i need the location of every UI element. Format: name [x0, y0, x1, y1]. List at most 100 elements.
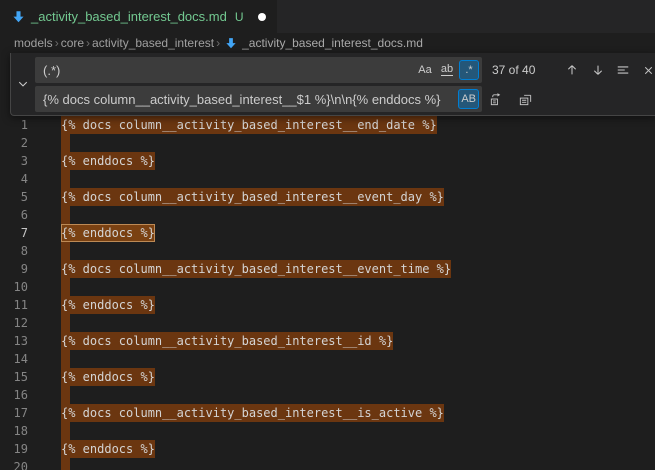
preserve-case-toggle[interactable]: AB	[458, 89, 479, 109]
replace-all-button[interactable]	[514, 88, 536, 110]
line-content[interactable]	[61, 206, 70, 224]
code-line[interactable]: 9 {% docs column__activity_based_interest…	[0, 260, 655, 278]
code-line[interactable]: 5 {% docs column__activity_based_interest…	[0, 188, 655, 206]
code-line[interactable]: 11 {% enddocs %}	[0, 296, 655, 314]
code-line[interactable]: 19 {% enddocs %}	[0, 440, 655, 458]
line-content[interactable]: {% enddocs %}	[61, 368, 155, 386]
breadcrumb-item[interactable]: models	[14, 36, 53, 50]
line-content[interactable]: {% enddocs %}	[61, 440, 155, 458]
code-lines: 1 {% docs column__activity_based_interest…	[0, 116, 655, 470]
line-content[interactable]: {% docs column__activity_based_interest_…	[61, 404, 444, 422]
empty-match-highlight	[61, 386, 70, 404]
breadcrumb-item[interactable]: core	[61, 36, 84, 50]
line-number[interactable]: 15	[0, 368, 28, 386]
line-number[interactable]: 12	[0, 314, 28, 332]
code-line[interactable]: 2	[0, 134, 655, 152]
replace-input[interactable]: {% docs column__activity_based_interest_…	[35, 86, 482, 112]
line-number[interactable]: 8	[0, 242, 28, 260]
breadcrumb-separator: ›	[214, 36, 222, 50]
match-highlight: {% docs column__activity_based_interest_…	[61, 332, 393, 350]
line-number[interactable]: 9	[0, 260, 28, 278]
line-number[interactable]: 4	[0, 170, 28, 188]
empty-match-highlight	[61, 206, 70, 224]
breadcrumb-item[interactable]: activity_based_interest	[92, 36, 214, 50]
code-line[interactable]: 18	[0, 422, 655, 440]
code-line[interactable]: 13 {% docs column__activity_based_interes…	[0, 332, 655, 350]
find-in-selection-button[interactable]	[612, 59, 634, 81]
line-content[interactable]: {% docs column__activity_based_interest_…	[61, 332, 393, 350]
match-highlight: {% enddocs %}	[61, 368, 155, 386]
line-number[interactable]: 17	[0, 404, 28, 422]
regex-toggle[interactable]: .*	[459, 60, 479, 80]
close-icon	[642, 64, 655, 77]
empty-match-highlight	[61, 170, 70, 188]
code-line[interactable]: 17 {% docs column__activity_based_interes…	[0, 404, 655, 422]
line-number[interactable]: 3	[0, 152, 28, 170]
tab-active[interactable]: _activity_based_interest_docs.md U	[0, 0, 277, 33]
replace-input-value: {% docs column__activity_based_interest_…	[43, 92, 440, 107]
code-line[interactable]: 4	[0, 170, 655, 188]
modified-dot-icon[interactable]	[258, 13, 266, 21]
line-number[interactable]: 20	[0, 458, 28, 470]
line-number[interactable]: 1	[0, 116, 28, 134]
code-line[interactable]: 10	[0, 278, 655, 296]
line-content[interactable]	[61, 386, 70, 404]
line-number[interactable]: 10	[0, 278, 28, 296]
line-number[interactable]: 14	[0, 350, 28, 368]
line-number[interactable]: 19	[0, 440, 28, 458]
line-content[interactable]	[61, 422, 70, 440]
find-in-selection-icon	[616, 63, 630, 77]
replace-button[interactable]	[485, 88, 507, 110]
code-line[interactable]: 16	[0, 386, 655, 404]
code-line[interactable]: 7 {% enddocs %}	[0, 224, 655, 242]
code-line[interactable]: 20	[0, 458, 655, 470]
line-number[interactable]: 5	[0, 188, 28, 206]
line-content[interactable]: {% docs column__activity_based_interest_…	[61, 260, 451, 278]
next-match-button[interactable]	[587, 59, 609, 81]
line-content[interactable]: {% docs column__activity_based_interest_…	[61, 188, 444, 206]
line-content[interactable]	[61, 278, 70, 296]
line-number[interactable]: 6	[0, 206, 28, 224]
find-replace-widget: (.*) Aa ab .* 37 of 40	[10, 53, 655, 116]
line-content[interactable]	[61, 314, 70, 332]
markdown-file-icon	[225, 37, 237, 49]
current-match-highlight: {% enddocs %}	[61, 224, 155, 242]
code-line[interactable]: 15 {% enddocs %}	[0, 368, 655, 386]
line-content[interactable]	[61, 458, 70, 470]
toggle-replace-button[interactable]	[11, 53, 35, 115]
line-content[interactable]: {% enddocs %}	[61, 152, 155, 170]
code-line[interactable]: 1 {% docs column__activity_based_interest…	[0, 116, 655, 134]
line-content[interactable]: {% enddocs %}	[61, 296, 155, 314]
match-case-toggle[interactable]: Aa	[415, 60, 435, 80]
code-line[interactable]: 14	[0, 350, 655, 368]
empty-match-highlight	[61, 458, 70, 470]
empty-match-highlight	[61, 278, 70, 296]
line-content[interactable]	[61, 350, 70, 368]
empty-match-highlight	[61, 314, 70, 332]
line-number[interactable]: 11	[0, 296, 28, 314]
replace-icon	[489, 92, 504, 107]
line-content[interactable]: {% docs column__activity_based_interest_…	[61, 116, 437, 134]
match-highlight: {% enddocs %}	[61, 440, 155, 458]
line-content[interactable]	[61, 242, 70, 260]
breadcrumb-file[interactable]: _activity_based_interest_docs.md	[225, 36, 423, 50]
chevron-down-icon	[17, 78, 29, 90]
line-content[interactable]	[61, 134, 70, 152]
line-content[interactable]	[61, 170, 70, 188]
code-line[interactable]: 3 {% enddocs %}	[0, 152, 655, 170]
code-line[interactable]: 8	[0, 242, 655, 260]
line-number[interactable]: 16	[0, 386, 28, 404]
find-input[interactable]: (.*) Aa ab .*	[35, 57, 482, 83]
whole-word-toggle[interactable]: ab	[437, 60, 457, 80]
line-number[interactable]: 18	[0, 422, 28, 440]
line-number[interactable]: 13	[0, 332, 28, 350]
breadcrumb-separator: ›	[84, 36, 92, 50]
line-number[interactable]: 2	[0, 134, 28, 152]
code-line[interactable]: 12	[0, 314, 655, 332]
close-find-widget-button[interactable]	[637, 59, 655, 81]
line-content[interactable]: {% enddocs %}	[61, 224, 155, 242]
previous-match-button[interactable]	[561, 59, 583, 81]
code-line[interactable]: 6	[0, 206, 655, 224]
line-number[interactable]: 7	[0, 224, 28, 242]
markdown-file-icon	[12, 10, 25, 23]
